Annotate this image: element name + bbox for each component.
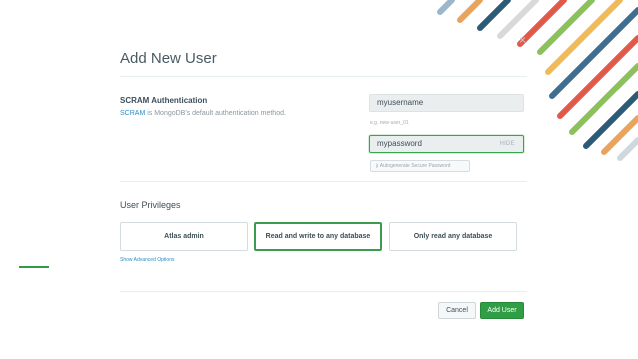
role-read-write-button[interactable]: Read and write to any database (254, 222, 382, 251)
role-label: Atlas admin (164, 233, 204, 240)
show-advanced-options-link[interactable]: Show Advanced Options (120, 257, 174, 263)
username-input[interactable]: myusername (369, 94, 524, 112)
add-user-button[interactable]: Add User (480, 302, 524, 319)
divider (120, 76, 527, 77)
privileges-heading: User Privileges (120, 200, 181, 210)
divider (120, 291, 527, 292)
hide-password-button[interactable]: HIDE (499, 136, 515, 152)
decorative-stripes (437, 0, 638, 161)
decorative-green-dash (19, 266, 49, 268)
autogenerate-password-button[interactable]: ⚷ Autogenerate Secure Password (370, 160, 470, 172)
username-value: myusername (377, 98, 424, 107)
password-value: mypassword (377, 139, 422, 148)
role-label: Only read any database (413, 233, 493, 240)
scram-heading: SCRAM Authentication (120, 96, 208, 105)
key-icon: ⚷ (375, 163, 379, 169)
scram-description: SCRAM is MongoDB's default authenticatio… (120, 110, 286, 117)
divider (120, 181, 527, 182)
username-hint: e.g. new-user_01 (370, 120, 409, 126)
scram-link[interactable]: SCRAM (120, 110, 145, 117)
password-input[interactable]: mypassword HIDE (369, 135, 524, 153)
close-icon[interactable]: × (519, 34, 526, 46)
role-label: Read and write to any database (265, 233, 371, 240)
dialog-title: Add New User (120, 50, 217, 67)
cancel-button[interactable]: Cancel (438, 302, 476, 319)
role-atlas-admin-button[interactable]: Atlas admin (120, 222, 248, 251)
scram-description-text: is MongoDB's default authentication meth… (145, 110, 286, 117)
autogenerate-label: Autogenerate Secure Password (379, 163, 451, 169)
role-read-only-button[interactable]: Only read any database (389, 222, 517, 251)
